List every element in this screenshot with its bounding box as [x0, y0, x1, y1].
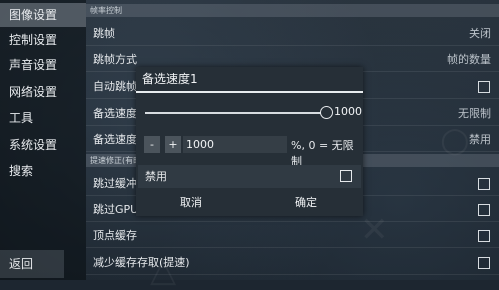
- setting-value: 关闭: [469, 27, 491, 40]
- sidebar: 图像设置 控制设置 声音设置 网络设置 工具 系统设置 搜索 返回: [0, 0, 86, 280]
- setting-value: 帧的数量: [447, 53, 491, 66]
- cancel-button[interactable]: 取消: [180, 194, 202, 210]
- setting-row-lazy-texture[interactable]: 减少缓存存取(提速): [86, 251, 499, 275]
- setting-value: 禁用: [469, 133, 491, 146]
- alt-speed-dialog: 备选速度1 1000 - + 1000 %, 0 = 无限制 禁用 取消 确定: [136, 67, 363, 216]
- back-button[interactable]: 返回: [0, 250, 64, 278]
- dialog-title-divider: [136, 91, 363, 93]
- setting-checkbox[interactable]: [478, 257, 490, 269]
- disable-checkbox[interactable]: [340, 170, 352, 182]
- setting-label: 跳帧: [93, 27, 115, 40]
- speed-input[interactable]: 1000: [183, 136, 287, 153]
- dialog-title: 备选速度1: [142, 72, 198, 86]
- sidebar-item-network[interactable]: 网络设置: [0, 80, 86, 104]
- setting-checkbox[interactable]: [478, 81, 490, 93]
- sidebar-item-graphics[interactable]: 图像设置: [0, 3, 86, 27]
- sidebar-item-audio[interactable]: 声音设置: [0, 53, 86, 77]
- setting-value: 无限制: [458, 107, 491, 120]
- ok-button[interactable]: 确定: [295, 194, 317, 210]
- disable-toggle-row[interactable]: 禁用: [138, 165, 361, 188]
- increment-button[interactable]: +: [165, 136, 181, 153]
- setting-label: 减少缓存存取(提速): [93, 256, 190, 269]
- sidebar-item-controls[interactable]: 控制设置: [0, 28, 86, 52]
- disable-label: 禁用: [145, 170, 167, 183]
- speed-slider[interactable]: [145, 112, 325, 114]
- slider-thumb[interactable]: [319, 106, 333, 119]
- setting-checkbox[interactable]: [478, 230, 490, 242]
- setting-row-frameskip[interactable]: 跳帧 关闭: [86, 22, 499, 46]
- setting-label: 自动跳帧: [93, 80, 137, 93]
- setting-label: 跳过缓冲: [93, 177, 137, 190]
- setting-row-vertex-cache[interactable]: 顶点缓存: [86, 224, 499, 248]
- setting-checkbox[interactable]: [478, 178, 490, 190]
- setting-label: 跳帧方式: [93, 53, 137, 66]
- section-header-frame-control: 帧率控制: [86, 4, 499, 17]
- setting-label: 顶点缓存: [93, 229, 137, 242]
- slider-value: 1000: [334, 105, 362, 118]
- decrement-button[interactable]: -: [144, 136, 160, 153]
- sidebar-item-system[interactable]: 系统设置: [0, 133, 86, 157]
- sidebar-item-tools[interactable]: 工具: [0, 106, 86, 130]
- sidebar-item-search[interactable]: 搜索: [0, 159, 86, 183]
- setting-checkbox[interactable]: [478, 204, 490, 216]
